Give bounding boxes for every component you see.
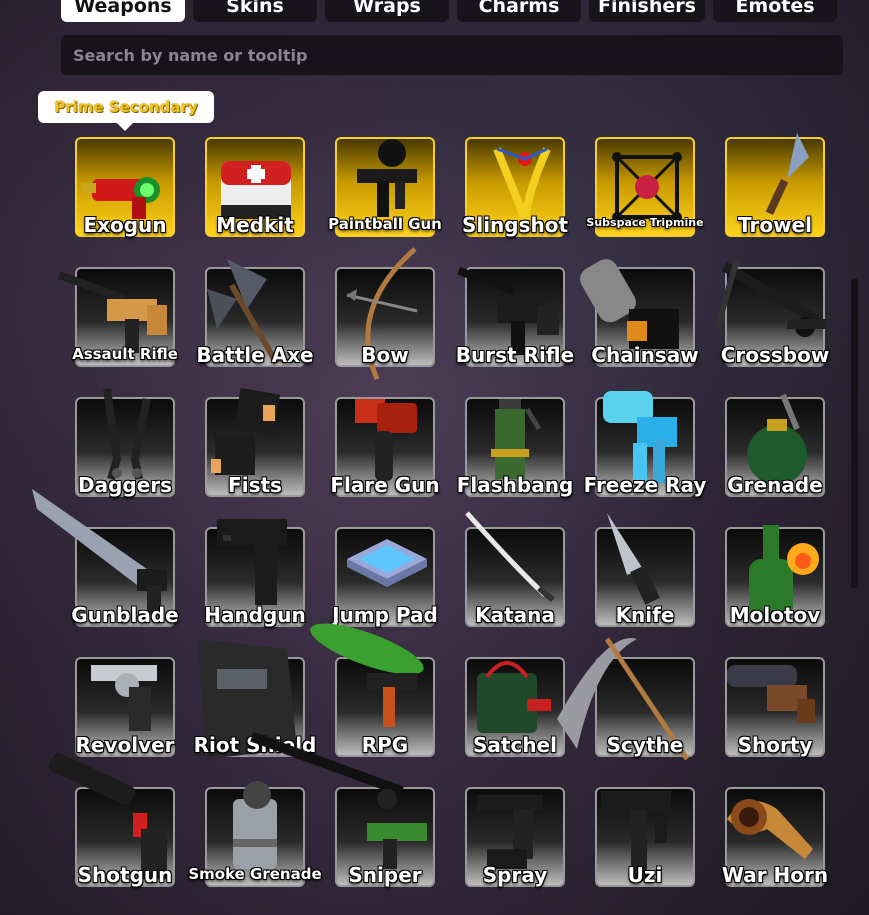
weapon-card[interactable]: Freeze Ray [584, 391, 706, 497]
weapon-card[interactable]: Paintball Gun [328, 137, 442, 237]
tab-charms[interactable]: Charms [457, 0, 581, 22]
weapon-card[interactable]: Crossbow [714, 258, 829, 367]
weapon-name: Shorty [737, 733, 813, 757]
weapon-card[interactable]: Revolver [75, 657, 175, 757]
weapon-card[interactable]: Gunblade [32, 489, 179, 627]
weapon-name: Chainsaw [591, 343, 699, 367]
weapon-name: Assault Rifle [72, 345, 178, 363]
weapon-name: Satchel [473, 733, 557, 757]
weapon-name: Exogun [83, 213, 167, 237]
weapon-name: Medkit [216, 213, 294, 237]
search-bar [61, 35, 843, 75]
weapon-name: Shotgun [77, 863, 173, 887]
weapon-card[interactable]: Subspace Tripmine [586, 137, 704, 237]
weapon-name: Sniper [348, 863, 422, 887]
weapon-name: Spray [482, 863, 548, 887]
weapon-name: Smoke Grenade [188, 865, 322, 883]
weapon-card[interactable]: Daggers [75, 388, 175, 497]
tab-emotes[interactable]: Emotes [713, 0, 837, 22]
weapon-name: Crossbow [720, 343, 830, 367]
weapon-name: Gunblade [71, 603, 179, 627]
weapon-name: Handgun [204, 603, 306, 627]
weapon-card[interactable]: Flare Gun [330, 397, 440, 497]
weapon-name: Knife [615, 603, 675, 627]
weapon-name: Paintball Gun [328, 215, 442, 233]
weapon-grid: Exogun Medkit Paintball Gun Slingshot Subspa… [32, 133, 835, 897]
weapon-name: Subspace Tripmine [586, 216, 704, 229]
weapon-card[interactable]: Battle Axe [196, 259, 314, 367]
tab-weapons[interactable]: Weapons [61, 0, 185, 22]
weapon-card[interactable]: Grenade [725, 393, 825, 497]
weapon-card[interactable]: Katana [465, 511, 565, 627]
category-tabs: Weapons Skins Wraps Charms Finishers Emo… [61, 0, 837, 22]
weapon-card[interactable]: Uzi [595, 787, 695, 887]
weapon-name: Slingshot [461, 213, 569, 237]
weapon-card[interactable]: Exogun [75, 137, 175, 237]
weapon-card[interactable]: War Horn [722, 787, 828, 887]
weapon-name: Uzi [627, 863, 663, 887]
scrollbar[interactable] [851, 278, 858, 588]
tab-skins[interactable]: Skins [193, 0, 317, 22]
weapon-card[interactable]: Knife [595, 513, 695, 627]
weapon-name: Battle Axe [196, 343, 314, 367]
weapon-name: Bow [361, 343, 409, 367]
weapon-name: Jump Pad [332, 603, 438, 627]
weapon-card[interactable]: Jump Pad [332, 527, 438, 627]
weapon-card[interactable]: Chainsaw [580, 259, 699, 367]
weapon-card[interactable]: Shorty [725, 657, 825, 757]
weapon-card[interactable]: Bow [335, 247, 435, 380]
weapon-name: Grenade [727, 473, 823, 497]
weapon-card[interactable]: Flashbang [457, 397, 573, 497]
weapon-name: Flare Gun [330, 473, 440, 497]
weapon-card[interactable]: Burst Rifle [456, 266, 574, 367]
weapon-card[interactable]: Sniper [250, 731, 435, 887]
weapon-name: Flashbang [456, 473, 574, 497]
weapon-card[interactable]: Medkit [205, 137, 305, 237]
tab-wraps[interactable]: Wraps [325, 0, 449, 22]
weapon-card[interactable]: Scythe [557, 637, 695, 761]
weapon-card[interactable]: Spray [465, 787, 565, 887]
weapon-card[interactable]: Shotgun [48, 752, 175, 887]
weapon-card[interactable]: Handgun [204, 519, 306, 627]
weapon-name: Daggers [77, 473, 173, 497]
weapon-name: Burst Rifle [455, 343, 575, 367]
weapon-card[interactable]: Fists [205, 387, 305, 497]
weapon-name: Trowel [738, 213, 812, 237]
weapon-name: RPG [361, 733, 409, 757]
weapon-name: War Horn [721, 863, 829, 887]
weapon-name: Freeze Ray [583, 473, 707, 497]
weapon-card[interactable]: Slingshot [462, 137, 568, 237]
weapon-card[interactable]: Molotov [725, 525, 825, 627]
search-input[interactable] [71, 44, 833, 66]
weapon-name: Molotov [729, 603, 821, 627]
weapon-card[interactable]: Smoke Grenade [188, 781, 322, 887]
weapon-card[interactable]: RPG [310, 623, 435, 757]
weapon-name: Revolver [75, 733, 175, 757]
tab-finishers[interactable]: Finishers [589, 0, 705, 22]
weapon-card[interactable]: Satchel [465, 657, 565, 757]
weapon-name: Fists [228, 473, 282, 497]
weapon-name: Scythe [606, 733, 684, 757]
weapon-name: Katana [475, 603, 555, 627]
weapon-card[interactable]: Assault Rifle [57, 267, 178, 367]
tooltip: Prime Secondary [38, 91, 214, 131]
weapon-card[interactable]: Trowel [725, 133, 825, 237]
